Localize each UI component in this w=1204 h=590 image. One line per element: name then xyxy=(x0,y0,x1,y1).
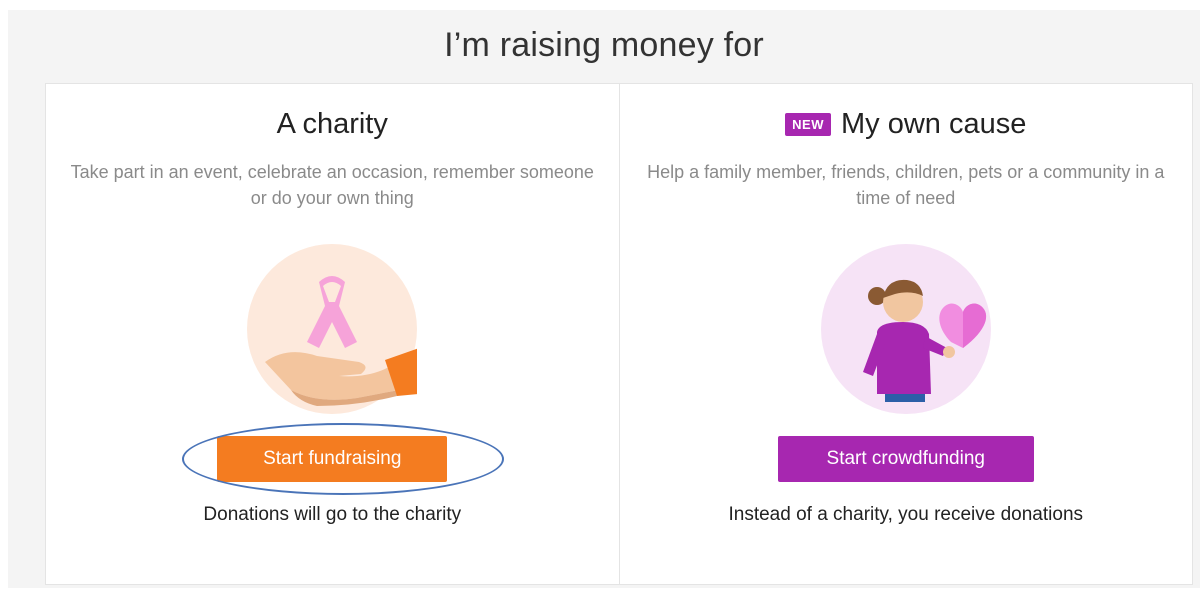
charity-title-text: A charity xyxy=(276,108,388,140)
start-fundraising-button[interactable]: Start fundraising xyxy=(217,436,448,482)
start-crowdfunding-button[interactable]: Start crowdfunding xyxy=(777,436,1034,482)
new-badge: NEW xyxy=(785,113,831,136)
page-heading: I’m raising money for xyxy=(444,26,764,64)
own-cause-description: Help a family member, friends, children,… xyxy=(647,162,1165,208)
own-cause-card-title: NEW My own cause xyxy=(620,108,1193,141)
charity-card: A charity Take part in an event, celebra… xyxy=(46,84,619,584)
charity-card-title: A charity xyxy=(46,108,619,141)
charity-note: Donations will go to the charity xyxy=(203,504,462,525)
ribbon-hand-icon xyxy=(247,244,418,414)
own-cause-title-text: My own cause xyxy=(840,108,1027,140)
charity-description: Take part in an event, celebrate an occa… xyxy=(70,162,594,208)
own-cause-note: Instead of a charity, you receive donati… xyxy=(728,504,1084,525)
raising-money-panel: I’m raising money for A charity Take par… xyxy=(8,10,1200,588)
own-cause-card: NEW My own cause Help a family member, f… xyxy=(618,84,1193,584)
person-heart-icon xyxy=(820,244,991,414)
cause-options: A charity Take part in an event, celebra… xyxy=(45,83,1193,585)
